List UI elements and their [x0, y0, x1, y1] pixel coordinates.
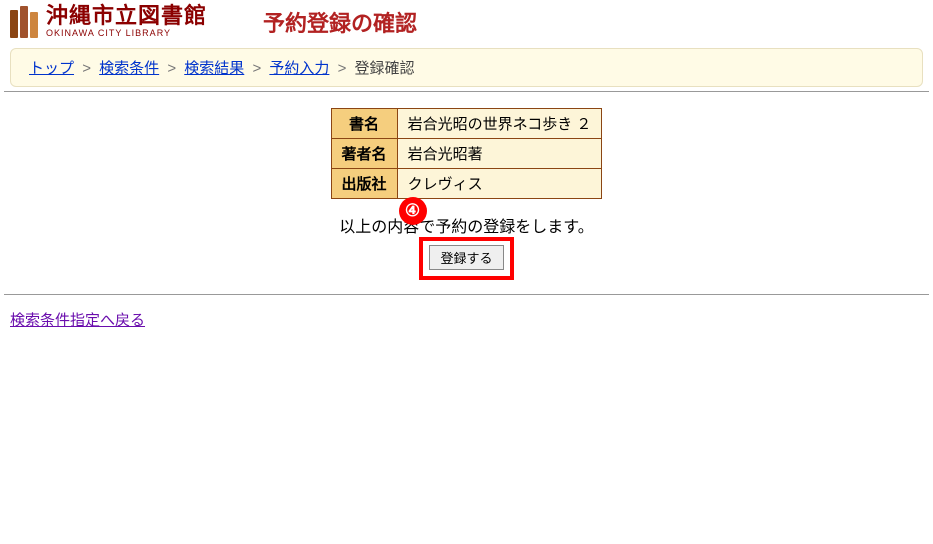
library-name-en: OKINAWA CITY LIBRARY	[46, 29, 207, 38]
breadcrumb-current: 登録確認	[355, 60, 415, 77]
table-row: 著者名 岩合光昭著	[331, 139, 602, 169]
header: 沖縄市立図書館 OKINAWA CITY LIBRARY 予約登録の確認	[0, 0, 933, 40]
breadcrumb-sep: >	[167, 60, 176, 77]
page-title: 予約登録の確認	[263, 6, 417, 38]
table-row: 出版社 クレヴィス	[331, 169, 602, 199]
breadcrumb-sep: >	[82, 60, 91, 77]
back-to-search-link[interactable]: 検索条件指定へ戻る	[10, 312, 145, 329]
reservation-info-table: 書名 岩合光昭の世界ネコ歩き ２ 著者名 岩合光昭著 出版社 クレヴィス	[331, 108, 603, 199]
main-content: 書名 岩合光昭の世界ネコ歩き ２ 著者名 岩合光昭著 出版社 クレヴィス 以上の…	[0, 92, 933, 270]
breadcrumb: トップ > 検索条件 > 検索結果 > 予約入力 > 登録確認	[29, 60, 415, 77]
submit-area: 登録する	[429, 245, 503, 270]
breadcrumb-link-top[interactable]: トップ	[29, 60, 74, 77]
table-header-publisher: 出版社	[331, 169, 397, 199]
footer-links: 検索条件指定へ戻る	[0, 295, 933, 344]
breadcrumb-sep: >	[338, 60, 347, 77]
confirm-text: 以上の内容で予約の登録をします。	[339, 213, 593, 237]
step-badge-icon: ④	[399, 197, 427, 225]
library-logo-icon	[10, 6, 38, 38]
breadcrumb-link-reservation-input[interactable]: 予約入力	[269, 60, 329, 77]
breadcrumb-sep: >	[252, 60, 261, 77]
table-header-author: 著者名	[331, 139, 397, 169]
library-name: 沖縄市立図書館 OKINAWA CITY LIBRARY	[46, 5, 207, 38]
table-cell-title: 岩合光昭の世界ネコ歩き ２	[397, 109, 602, 139]
breadcrumb-link-search-results[interactable]: 検索結果	[184, 60, 244, 77]
table-cell-author: 岩合光昭著	[397, 139, 602, 169]
table-row: 書名 岩合光昭の世界ネコ歩き ２	[331, 109, 602, 139]
breadcrumb-link-search-conditions[interactable]: 検索条件	[99, 60, 159, 77]
register-button[interactable]: 登録する	[429, 245, 503, 270]
breadcrumb-bar: トップ > 検索条件 > 検索結果 > 予約入力 > 登録確認	[10, 48, 923, 87]
library-name-jp: 沖縄市立図書館	[46, 5, 207, 27]
table-cell-publisher: クレヴィス	[397, 169, 602, 199]
table-header-title: 書名	[331, 109, 397, 139]
